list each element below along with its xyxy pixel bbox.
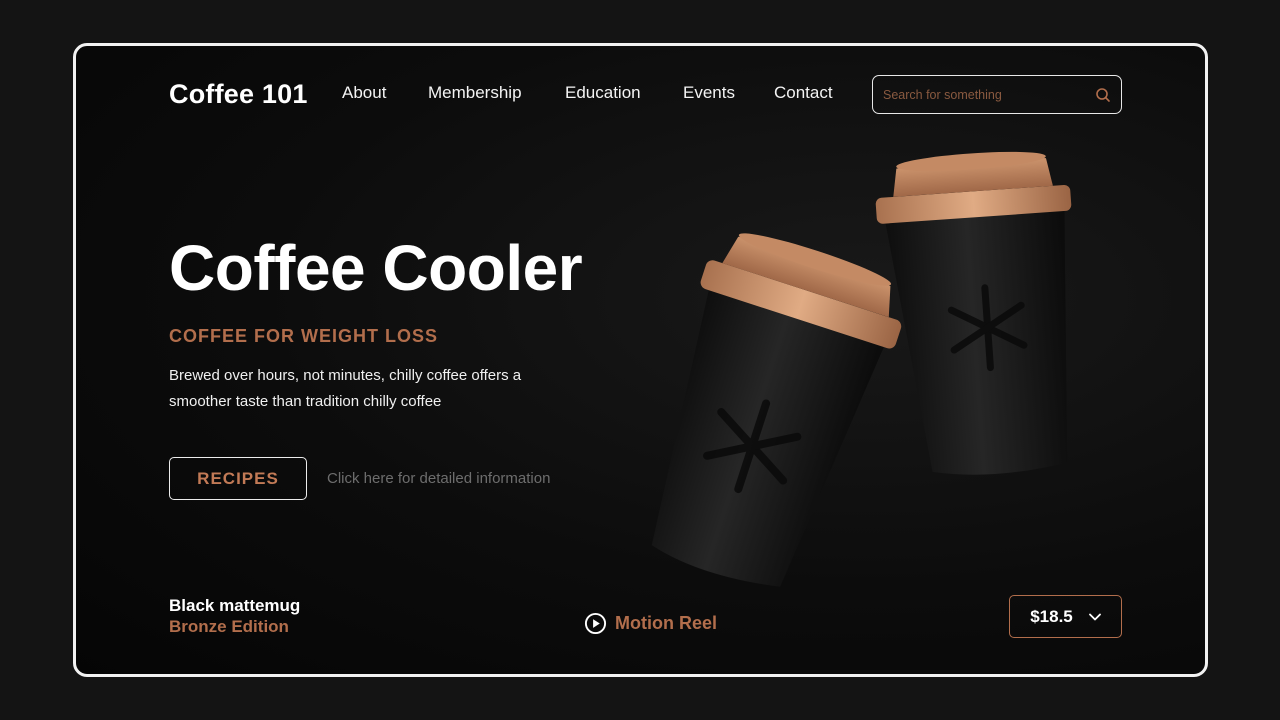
motion-reel-button[interactable]: Motion Reel [584,612,717,635]
chevron-down-icon [1088,613,1101,620]
nav-item-contact[interactable]: Contact [774,83,833,103]
product-edition: Bronze Edition [169,617,289,636]
hero-subtitle: COFFEE FOR WEIGHT LOSS [169,326,438,346]
brand-logo[interactable]: Coffee 101 [169,79,308,110]
product-name: Black mattemug [169,596,301,615]
recipes-button[interactable]: RECIPES [169,457,307,500]
search-icon[interactable] [1095,87,1111,103]
detailed-info-link[interactable]: Click here for detailed information [327,470,550,487]
front-cup [651,233,902,587]
search-box [872,75,1122,114]
page-frame: Coffee 101 About Membership Education Ev… [73,43,1208,677]
motion-reel-label: Motion Reel [615,613,717,633]
search-input[interactable] [883,87,1095,102]
coffee-cups-image [651,151,1072,587]
nav-item-education[interactable]: Education [565,83,641,103]
hero-description: Brewed over hours, not minutes, chilly c… [169,367,522,410]
price-dropdown[interactable]: $18.5 [1009,595,1122,638]
price-value: $18.5 [1030,606,1073,626]
nav-item-membership[interactable]: Membership [428,83,522,103]
play-circle-icon [584,612,607,635]
hero-title: Coffee Cooler [169,232,583,304]
nav-item-events[interactable]: Events [683,83,735,103]
nav-item-about[interactable]: About [342,83,386,103]
back-cup [875,151,1072,475]
